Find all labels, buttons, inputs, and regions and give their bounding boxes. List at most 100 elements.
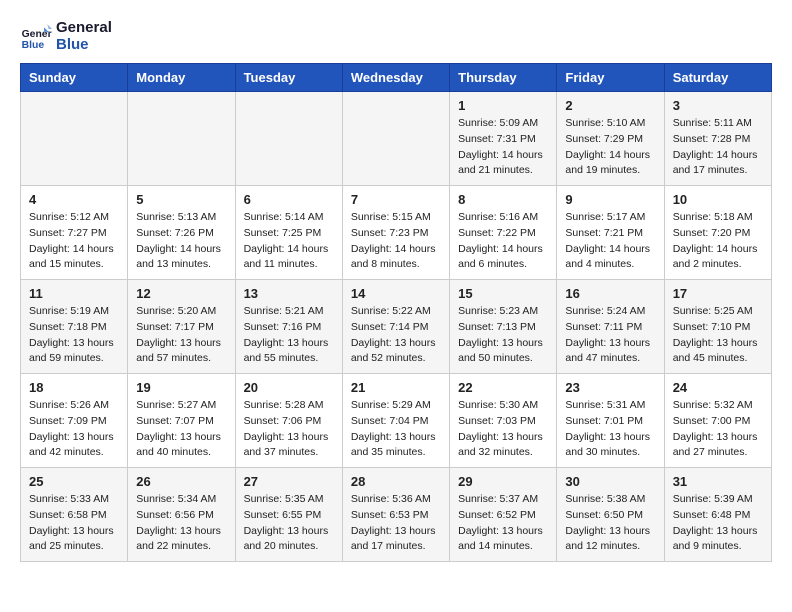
weekday-header-sunday: Sunday <box>21 64 128 92</box>
day-info: Sunrise: 5:28 AM Sunset: 7:06 PM Dayligh… <box>244 398 334 461</box>
day-info: Sunrise: 5:31 AM Sunset: 7:01 PM Dayligh… <box>565 398 655 461</box>
calendar-week-1: 1 Sunrise: 5:09 AM Sunset: 7:31 PM Daylig… <box>21 92 772 186</box>
day-info: Sunrise: 5:21 AM Sunset: 7:16 PM Dayligh… <box>244 304 334 367</box>
calendar-cell: 5 Sunrise: 5:13 AM Sunset: 7:26 PM Daylig… <box>128 186 235 280</box>
day-info: Sunrise: 5:26 AM Sunset: 7:09 PM Dayligh… <box>29 398 119 461</box>
calendar-cell: 12Sunrise: 5:20 AM Sunset: 7:17 PM Dayli… <box>128 280 235 374</box>
calendar-cell: 28Sunrise: 5:36 AM Sunset: 6:53 PM Dayli… <box>342 468 449 562</box>
calendar-cell: 29 Sunrise: 5:37 AM Sunset: 6:52 PM Dayli… <box>450 468 557 562</box>
day-info: Sunrise: 5:27 AM Sunset: 7:07 PM Dayligh… <box>136 398 226 461</box>
calendar-cell: 7 Sunrise: 5:15 AM Sunset: 7:23 PM Daylig… <box>342 186 449 280</box>
day-number: 22 <box>458 380 548 395</box>
day-number: 1 <box>458 98 548 113</box>
calendar-cell: 1 Sunrise: 5:09 AM Sunset: 7:31 PM Daylig… <box>450 92 557 186</box>
day-number: 25 <box>29 474 119 489</box>
day-number: 9 <box>565 192 655 207</box>
day-number: 7 <box>351 192 441 207</box>
calendar-cell: 23 Sunrise: 5:31 AM Sunset: 7:01 PM Dayli… <box>557 374 664 468</box>
calendar-cell: 31 Sunrise: 5:39 AM Sunset: 6:48 PM Dayli… <box>664 468 771 562</box>
day-info: Sunrise: 5:09 AM Sunset: 7:31 PM Dayligh… <box>458 116 548 179</box>
weekday-header-monday: Monday <box>128 64 235 92</box>
day-info: Sunrise: 5:19 AM Sunset: 7:18 PM Dayligh… <box>29 304 119 367</box>
day-number: 30 <box>565 474 655 489</box>
day-number: 6 <box>244 192 334 207</box>
weekday-header-wednesday: Wednesday <box>342 64 449 92</box>
day-number: 15 <box>458 286 548 301</box>
weekday-header-thursday: Thursday <box>450 64 557 92</box>
day-number: 8 <box>458 192 548 207</box>
day-info: Sunrise: 5:14 AM Sunset: 7:25 PM Dayligh… <box>244 210 334 273</box>
day-number: 13 <box>244 286 334 301</box>
day-info: Sunrise: 5:29 AM Sunset: 7:04 PM Dayligh… <box>351 398 441 461</box>
day-number: 20 <box>244 380 334 395</box>
day-info: Sunrise: 5:33 AM Sunset: 6:58 PM Dayligh… <box>29 492 119 555</box>
day-number: 2 <box>565 98 655 113</box>
day-info: Sunrise: 5:32 AM Sunset: 7:00 PM Dayligh… <box>673 398 763 461</box>
day-number: 16 <box>565 286 655 301</box>
logo-icon: General Blue <box>20 21 52 53</box>
day-info: Sunrise: 5:22 AM Sunset: 7:14 PM Dayligh… <box>351 304 441 367</box>
day-info: Sunrise: 5:30 AM Sunset: 7:03 PM Dayligh… <box>458 398 548 461</box>
day-number: 19 <box>136 380 226 395</box>
calendar-cell <box>235 92 342 186</box>
calendar-cell <box>21 92 128 186</box>
day-info: Sunrise: 5:11 AM Sunset: 7:28 PM Dayligh… <box>673 116 763 179</box>
day-number: 21 <box>351 380 441 395</box>
day-info: Sunrise: 5:35 AM Sunset: 6:55 PM Dayligh… <box>244 492 334 555</box>
day-info: Sunrise: 5:25 AM Sunset: 7:10 PM Dayligh… <box>673 304 763 367</box>
day-info: Sunrise: 5:39 AM Sunset: 6:48 PM Dayligh… <box>673 492 763 555</box>
day-info: Sunrise: 5:24 AM Sunset: 7:11 PM Dayligh… <box>565 304 655 367</box>
calendar-cell: 14 Sunrise: 5:22 AM Sunset: 7:14 PM Dayli… <box>342 280 449 374</box>
day-number: 29 <box>458 474 548 489</box>
day-info: Sunrise: 5:15 AM Sunset: 7:23 PM Dayligh… <box>351 210 441 273</box>
day-info: Sunrise: 5:37 AM Sunset: 6:52 PM Dayligh… <box>458 492 548 555</box>
calendar-cell: 30 Sunrise: 5:38 AM Sunset: 6:50 PM Dayli… <box>557 468 664 562</box>
calendar-cell: 24 Sunrise: 5:32 AM Sunset: 7:00 PM Dayli… <box>664 374 771 468</box>
day-number: 4 <box>29 192 119 207</box>
calendar-week-5: 25 Sunrise: 5:33 AM Sunset: 6:58 PM Dayli… <box>21 468 772 562</box>
calendar-cell <box>342 92 449 186</box>
day-number: 18 <box>29 380 119 395</box>
svg-text:General: General <box>22 29 52 40</box>
weekday-header-tuesday: Tuesday <box>235 64 342 92</box>
day-info: Sunrise: 5:38 AM Sunset: 6:50 PM Dayligh… <box>565 492 655 555</box>
day-info: Sunrise: 5:17 AM Sunset: 7:21 PM Dayligh… <box>565 210 655 273</box>
day-info: Sunrise: 5:23 AM Sunset: 7:13 PM Dayligh… <box>458 304 548 367</box>
calendar-cell: 20 Sunrise: 5:28 AM Sunset: 7:06 PM Dayli… <box>235 374 342 468</box>
day-number: 26 <box>136 474 226 489</box>
day-number: 5 <box>136 192 226 207</box>
calendar-cell: 2Sunrise: 5:10 AM Sunset: 7:29 PM Daylig… <box>557 92 664 186</box>
calendar-cell: 25 Sunrise: 5:33 AM Sunset: 6:58 PM Dayli… <box>21 468 128 562</box>
weekday-header-friday: Friday <box>557 64 664 92</box>
day-info: Sunrise: 5:16 AM Sunset: 7:22 PM Dayligh… <box>458 210 548 273</box>
calendar-cell: 8 Sunrise: 5:16 AM Sunset: 7:22 PM Daylig… <box>450 186 557 280</box>
weekday-header-row: SundayMondayTuesdayWednesdayThursdayFrid… <box>21 64 772 92</box>
calendar-cell: 21 Sunrise: 5:29 AM Sunset: 7:04 PM Dayli… <box>342 374 449 468</box>
day-number: 12 <box>136 286 226 301</box>
calendar-week-4: 18 Sunrise: 5:26 AM Sunset: 7:09 PM Dayli… <box>21 374 772 468</box>
logo: General Blue General Blue <box>20 20 112 53</box>
day-number: 11 <box>29 286 119 301</box>
day-info: Sunrise: 5:13 AM Sunset: 7:26 PM Dayligh… <box>136 210 226 273</box>
day-number: 31 <box>673 474 763 489</box>
day-number: 27 <box>244 474 334 489</box>
calendar-cell: 13 Sunrise: 5:21 AM Sunset: 7:16 PM Dayli… <box>235 280 342 374</box>
day-number: 23 <box>565 380 655 395</box>
day-info: Sunrise: 5:18 AM Sunset: 7:20 PM Dayligh… <box>673 210 763 273</box>
day-number: 3 <box>673 98 763 113</box>
calendar-cell: 16 Sunrise: 5:24 AM Sunset: 7:11 PM Dayli… <box>557 280 664 374</box>
calendar-cell: 19 Sunrise: 5:27 AM Sunset: 7:07 PM Dayli… <box>128 374 235 468</box>
calendar-week-2: 4Sunrise: 5:12 AM Sunset: 7:27 PM Daylig… <box>21 186 772 280</box>
calendar-cell: 4Sunrise: 5:12 AM Sunset: 7:27 PM Daylig… <box>21 186 128 280</box>
day-number: 24 <box>673 380 763 395</box>
logo-general-text: General <box>56 20 112 37</box>
calendar-cell: 15 Sunrise: 5:23 AM Sunset: 7:13 PM Dayli… <box>450 280 557 374</box>
calendar-cell: 27 Sunrise: 5:35 AM Sunset: 6:55 PM Dayli… <box>235 468 342 562</box>
calendar-cell: 17Sunrise: 5:25 AM Sunset: 7:10 PM Dayli… <box>664 280 771 374</box>
calendar-cell: 10 Sunrise: 5:18 AM Sunset: 7:20 PM Dayli… <box>664 186 771 280</box>
calendar-week-3: 11 Sunrise: 5:19 AM Sunset: 7:18 PM Dayli… <box>21 280 772 374</box>
calendar-cell: 6 Sunrise: 5:14 AM Sunset: 7:25 PM Daylig… <box>235 186 342 280</box>
day-number: 14 <box>351 286 441 301</box>
day-number: 10 <box>673 192 763 207</box>
day-number: 28 <box>351 474 441 489</box>
